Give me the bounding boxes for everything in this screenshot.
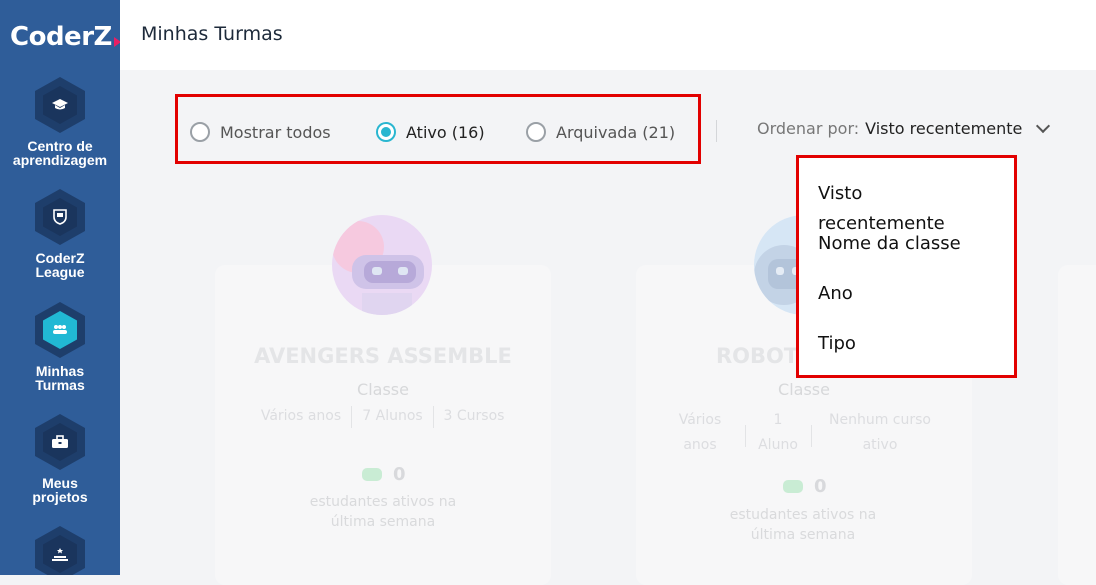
class-meta: 3 Cursos (443, 408, 505, 424)
class-avatar (332, 215, 432, 315)
sidebar-item-label: League (35, 264, 85, 280)
sidebar-item-my-classes[interactable]: Minhas Turmas (0, 302, 120, 392)
active-students-count: 0 (814, 476, 827, 497)
sort-label: Ordenar por: (757, 119, 860, 138)
class-title: ROBOT (716, 344, 799, 368)
meta-divider (433, 406, 434, 428)
filter-label: Arquivada (21) (556, 122, 676, 142)
class-meta: Nenhum curso ativo (829, 412, 931, 453)
graduation-cap-icon (35, 77, 85, 133)
class-card[interactable] (1058, 265, 1096, 585)
active-students-count: 0 (393, 464, 406, 485)
sidebar-item-learning-center[interactable]: Centro de aprendizagem (0, 77, 120, 167)
sidebar-item-my-projects[interactable]: Meus projetos (0, 414, 120, 504)
status-filter-group: Mostrar todos Ativo (16) Arquivada (21) (175, 94, 701, 164)
sidebar-item-coderz-league[interactable]: CoderZ League (0, 189, 120, 279)
sort-option-class-name[interactable]: Nome da classe (818, 229, 961, 259)
divider (716, 120, 717, 142)
meta-divider (351, 406, 352, 428)
chevron-down-icon (1036, 118, 1051, 134)
sidebar-item-label: Minhas (35, 363, 85, 379)
sort-option-year[interactable]: Ano (818, 279, 853, 309)
radio-icon (526, 122, 546, 142)
sort-options-menu: Visto recentemente Nome da classe Ano Ti… (796, 155, 1017, 378)
sidebar-item-label: aprendizagem (12, 152, 108, 168)
class-meta: Vários anos (678, 412, 722, 453)
sidebar-item-leaderboard[interactable] (0, 526, 120, 575)
meta-divider (745, 425, 746, 447)
shield-trophy-icon (35, 189, 85, 245)
filter-archived[interactable]: Arquivada (21) (526, 97, 675, 167)
class-title: AVENGERS ASSEMBLE (254, 344, 512, 368)
coderz-logo[interactable]: CoderZ (10, 22, 120, 52)
filter-show-all[interactable]: Mostrar todos (190, 97, 331, 167)
sort-value: Visto recentemente (865, 119, 1023, 138)
gamepad-icon (362, 468, 382, 481)
sidebar: CoderZ Centro de aprendizagem CoderZ Leagu… (0, 0, 120, 575)
class-meta: 7 Alunos (362, 408, 423, 424)
active-students-label: estudantes ativos na última semana (729, 507, 877, 543)
active-students-label: estudantes ativos na última semana (309, 494, 457, 530)
sidebar-item-label: Turmas (35, 377, 85, 393)
gamepad-icon (783, 480, 803, 493)
page-title: Minhas Turmas (141, 23, 283, 45)
class-type: Classe (778, 380, 830, 399)
sort-option-type[interactable]: Tipo (818, 329, 856, 359)
radio-icon (190, 122, 210, 142)
class-meta: 1 Aluno (758, 412, 798, 453)
filter-label: Mostrar todos (220, 122, 331, 142)
briefcase-icon (35, 414, 85, 470)
sidebar-item-label: CoderZ (35, 250, 85, 266)
sidebar-item-label: Meus (42, 475, 78, 491)
class-meta: Vários anos (260, 408, 342, 424)
top-bar: Minhas Turmas (120, 0, 1096, 70)
radio-checked-icon (376, 122, 396, 142)
users-icon (35, 302, 85, 358)
class-type: Classe (357, 380, 409, 399)
sidebar-item-label: Centro de (27, 138, 93, 154)
sidebar-item-label: projetos (32, 489, 88, 505)
sort-dropdown[interactable]: Ordenar por: Visto recentemente (757, 118, 1051, 138)
filter-active[interactable]: Ativo (16) (376, 97, 485, 167)
filter-label: Ativo (16) (406, 122, 485, 142)
podium-icon (35, 526, 85, 575)
meta-divider (811, 425, 812, 447)
